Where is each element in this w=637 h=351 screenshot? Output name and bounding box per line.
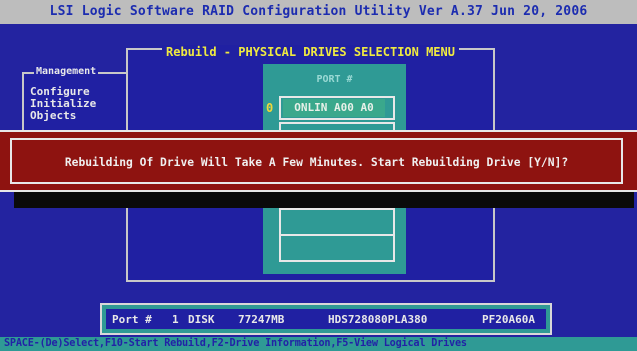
key-hints-text: SPACE-(De)Select,F10-Start Rebuild,F2-Dr… — [4, 338, 467, 349]
drive-row-2[interactable] — [279, 208, 395, 234]
port-info-bar: Port # 1 DISK 77247MB HDS728080PLA380 PF… — [100, 303, 552, 335]
dialog-shadow — [14, 192, 634, 208]
drive-index-0: 0 — [266, 101, 274, 115]
port-info-inner: Port # 1 DISK 77247MB HDS728080PLA380 PF… — [106, 309, 546, 329]
management-menu-title: Management — [34, 66, 99, 77]
drive-firmware: PF20A60A — [482, 313, 535, 326]
drive-size: 77247MB — [238, 313, 285, 326]
key-hints-bar: SPACE-(De)Select,F10-Start Rebuild,F2-Dr… — [0, 337, 637, 351]
port-column-header: PORT # — [316, 74, 353, 85]
port-number: 1 — [172, 313, 179, 326]
drive-state-0[interactable]: ONLIN A00 A0 — [283, 99, 385, 117]
app-title: LSI Logic Software RAID Configuration Ut… — [49, 4, 588, 19]
drive-row-3[interactable] — [279, 234, 395, 262]
menu-item-objects[interactable]: Objects — [30, 110, 76, 122]
dialog-frame: Rebuilding Of Drive Will Take A Few Minu… — [10, 138, 623, 184]
device-type: DISK — [188, 313, 215, 326]
title-bar: LSI Logic Software RAID Configuration Ut… — [0, 0, 637, 24]
rebuild-menu-title: Rebuild - PHYSICAL DRIVES SELECTION MENU — [162, 45, 459, 59]
port-label: Port # — [112, 313, 152, 326]
drive-model: HDS728080PLA380 — [328, 313, 428, 326]
rebuild-confirm-dialog: Rebuilding Of Drive Will Take A Few Minu… — [0, 130, 637, 192]
dialog-message: Rebuilding Of Drive Will Take A Few Minu… — [64, 156, 569, 169]
